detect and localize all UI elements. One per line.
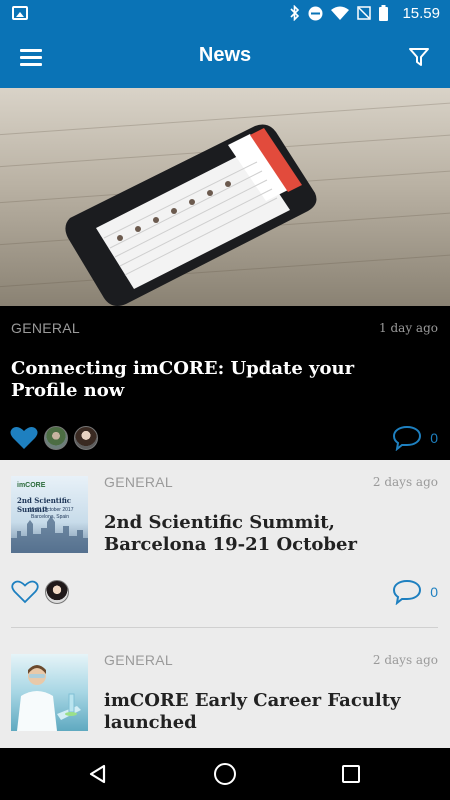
list-item[interactable]: imCORE 2nd Scientific Summit 19-21 Octob… — [0, 460, 450, 628]
article-date: 2 days ago — [372, 475, 438, 489]
back-icon[interactable] — [88, 764, 108, 784]
avatar — [74, 426, 98, 450]
comment-icon — [393, 425, 422, 451]
home-icon[interactable] — [214, 763, 236, 785]
likes-row — [10, 426, 98, 450]
wifi-icon — [331, 6, 349, 20]
article-category: GENERAL — [104, 652, 174, 668]
comments-button[interactable]: 0 — [392, 425, 438, 451]
no-sim-icon — [357, 6, 371, 20]
comment-count: 0 — [430, 430, 438, 446]
skyline-image — [11, 516, 88, 553]
status-time: 15.59 — [402, 5, 440, 22]
article-date: 2 days ago — [372, 653, 438, 667]
scientist-image — [17, 665, 81, 731]
image-icon — [12, 6, 28, 20]
avatar — [45, 580, 69, 604]
article-headline: 2nd Scientific Summit, Barcelona 19-21 O… — [104, 512, 357, 555]
do-not-disturb-icon — [308, 6, 323, 20]
filter-icon[interactable] — [408, 46, 430, 68]
status-bar: 15.59 — [0, 0, 450, 28]
article-headline: Connecting imCORE: Update your Profile n… — [11, 358, 355, 401]
article-thumbnail: imCORE 2nd Scientific Summit 19-21 Octob… — [11, 476, 88, 553]
featured-article-card[interactable]: GENERAL 1 day ago Connecting imCORE: Upd… — [0, 306, 450, 460]
article-category: GENERAL — [104, 474, 174, 490]
system-nav-bar — [0, 748, 450, 800]
comment-count: 0 — [430, 584, 438, 600]
heart-outline-icon[interactable] — [11, 580, 39, 604]
status-icons — [290, 5, 388, 21]
avatar — [44, 426, 68, 450]
battery-icon — [379, 5, 388, 21]
article-category: GENERAL — [11, 320, 81, 336]
bluetooth-icon — [290, 5, 300, 21]
page-title: News — [198, 44, 252, 66]
app-bar: News — [0, 28, 450, 88]
featured-image[interactable] — [0, 88, 450, 306]
comment-icon — [393, 579, 422, 605]
article-thumbnail — [11, 654, 88, 731]
list-item[interactable]: GENERAL 2 days ago imCORE Early Career F… — [0, 638, 450, 748]
article-headline: imCORE Early Career Faculty launched — [104, 690, 401, 733]
article-date: 1 day ago — [379, 321, 438, 335]
recent-apps-icon[interactable] — [342, 765, 360, 783]
heart-filled-icon[interactable] — [10, 426, 38, 450]
likes-row — [11, 580, 69, 604]
phone-image — [65, 124, 317, 306]
divider — [11, 627, 438, 628]
comments-button[interactable]: 0 — [392, 579, 438, 605]
